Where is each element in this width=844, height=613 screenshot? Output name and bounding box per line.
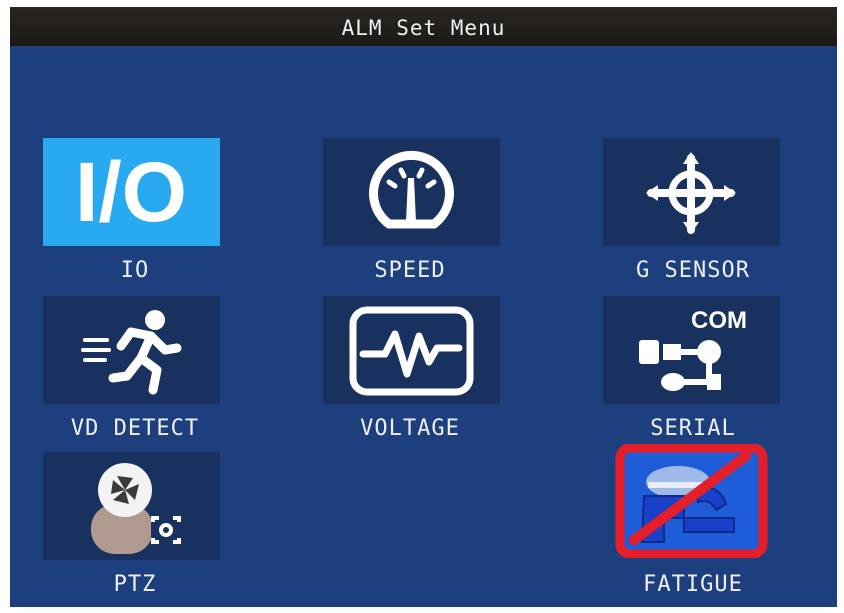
fatigue-driver-icon: z z	[615, 444, 768, 558]
voltage-waveform-icon	[349, 306, 474, 396]
menu-item-speed[interactable]	[323, 138, 500, 246]
svg-text:z: z	[730, 455, 737, 471]
svg-text:z: z	[738, 451, 744, 463]
menu-item-ptz[interactable]	[43, 452, 220, 560]
menu-item-g-sensor[interactable]	[603, 138, 780, 246]
menu-label-voltage: VOLTAGE	[360, 416, 460, 441]
title-bar: ALM Set Menu	[10, 7, 837, 46]
menu-item-serial[interactable]: COM	[603, 296, 780, 404]
menu-label-ptz: PTZ	[113, 572, 157, 597]
menu-label-fatigue: FATIGUE	[643, 572, 743, 597]
menu-label-g-sensor: G SENSOR	[636, 258, 750, 283]
menu-item-fatigue[interactable]: z z	[614, 444, 769, 558]
svg-text:I/O: I/O	[75, 145, 187, 239]
menu-item-io[interactable]: I/O	[43, 138, 220, 246]
menu-item-voltage[interactable]	[323, 296, 500, 404]
menu-label-io: IO	[120, 258, 150, 283]
menu-label-speed: SPEED	[374, 258, 446, 283]
com-icon-text: COM	[691, 307, 747, 334]
io-icon: I/O	[75, 145, 187, 239]
menu-item-vd-detect[interactable]	[43, 296, 220, 404]
crosshair-icon	[646, 152, 736, 234]
alm-set-menu-screen: ALM Set Menu I/O IO SPEED G SENSOR VD DE…	[10, 7, 837, 607]
window-title: ALM Set Menu	[341, 16, 506, 40]
ptz-camera-icon	[91, 463, 181, 554]
serial-com-icon: COM	[639, 307, 747, 391]
menu-label-vd-detect: VD DETECT	[70, 416, 200, 441]
menu-label-serial: SERIAL	[650, 416, 736, 441]
running-person-icon	[81, 310, 182, 395]
speedometer-icon	[369, 150, 454, 229]
